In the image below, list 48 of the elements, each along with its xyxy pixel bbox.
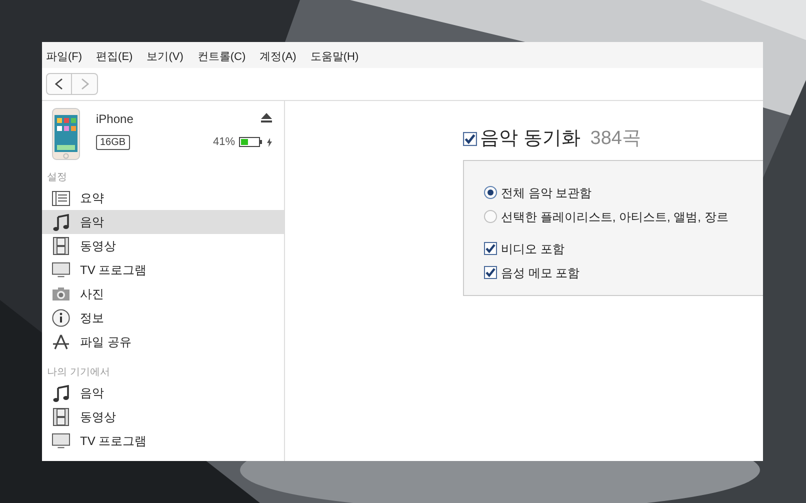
back-button[interactable] bbox=[46, 73, 72, 95]
checkbox[interactable] bbox=[484, 242, 497, 255]
sidebar-item[interactable]: 파일 공유 bbox=[42, 330, 284, 354]
device-name: iPhone bbox=[96, 111, 134, 128]
section-header: 설정 bbox=[46, 171, 68, 185]
option-label: 비디오 포함 bbox=[501, 240, 564, 258]
capacity-badge: 16GB bbox=[96, 134, 130, 150]
option-label: 선택한 플레이리스트, 아티스트, 앨범, 장르 bbox=[501, 208, 728, 226]
menu-item[interactable]: 파일(F) bbox=[46, 48, 82, 66]
menu-item[interactable]: 편집(E) bbox=[96, 48, 133, 66]
eject-icon[interactable] bbox=[261, 113, 272, 123]
sidebar-item[interactable]: 사진 bbox=[42, 282, 284, 306]
menu-item[interactable]: 도움말(H) bbox=[310, 48, 359, 66]
option-label: 음성 메모 포함 bbox=[501, 264, 580, 282]
sidebar-item[interactable]: TV 프로그램 bbox=[42, 258, 284, 282]
sidebar-item[interactable]: 동영상 bbox=[42, 405, 284, 429]
sidebar-item[interactable]: 요약 bbox=[42, 186, 284, 210]
tv-icon bbox=[52, 262, 70, 278]
menu-item[interactable]: 보기(V) bbox=[146, 48, 184, 66]
song-count: 384곡 bbox=[590, 127, 641, 151]
section-header: 나의 기기에서 bbox=[46, 366, 111, 380]
film-icon bbox=[53, 408, 69, 426]
menu-item[interactable]: 계정(A) bbox=[260, 48, 296, 66]
chevron-left-icon bbox=[55, 78, 63, 90]
tv-icon bbox=[52, 433, 70, 449]
list-icon bbox=[52, 190, 70, 206]
music-note-icon bbox=[53, 384, 69, 402]
checkbox[interactable] bbox=[463, 132, 477, 146]
sidebar-item[interactable]: 정보 bbox=[42, 306, 284, 330]
battery-icon bbox=[239, 137, 263, 148]
menu-item[interactable]: 컨트롤(C) bbox=[197, 48, 246, 66]
battery-percent: 41% bbox=[212, 135, 235, 150]
sidebar-item[interactable]: 동영상 bbox=[42, 234, 284, 258]
phone-icon bbox=[52, 108, 80, 160]
music-note-icon bbox=[53, 214, 69, 230]
camera-icon bbox=[52, 287, 70, 301]
chevron-right-icon bbox=[80, 78, 88, 90]
app-store-icon bbox=[52, 333, 70, 351]
option-label: 전체 음악 보관함 bbox=[501, 184, 592, 202]
info-icon bbox=[52, 309, 70, 327]
sidebar-item[interactable]: 음악 bbox=[42, 210, 284, 234]
radio-button[interactable] bbox=[484, 186, 497, 199]
sidebar-item[interactable]: 음악 bbox=[42, 381, 284, 405]
sidebar-item[interactable]: TV 프로그램 bbox=[42, 429, 284, 453]
sync-title: 음악 동기화 bbox=[480, 127, 580, 151]
film-icon bbox=[53, 237, 69, 255]
checkbox[interactable] bbox=[484, 266, 497, 279]
radio-button[interactable] bbox=[484, 210, 497, 223]
